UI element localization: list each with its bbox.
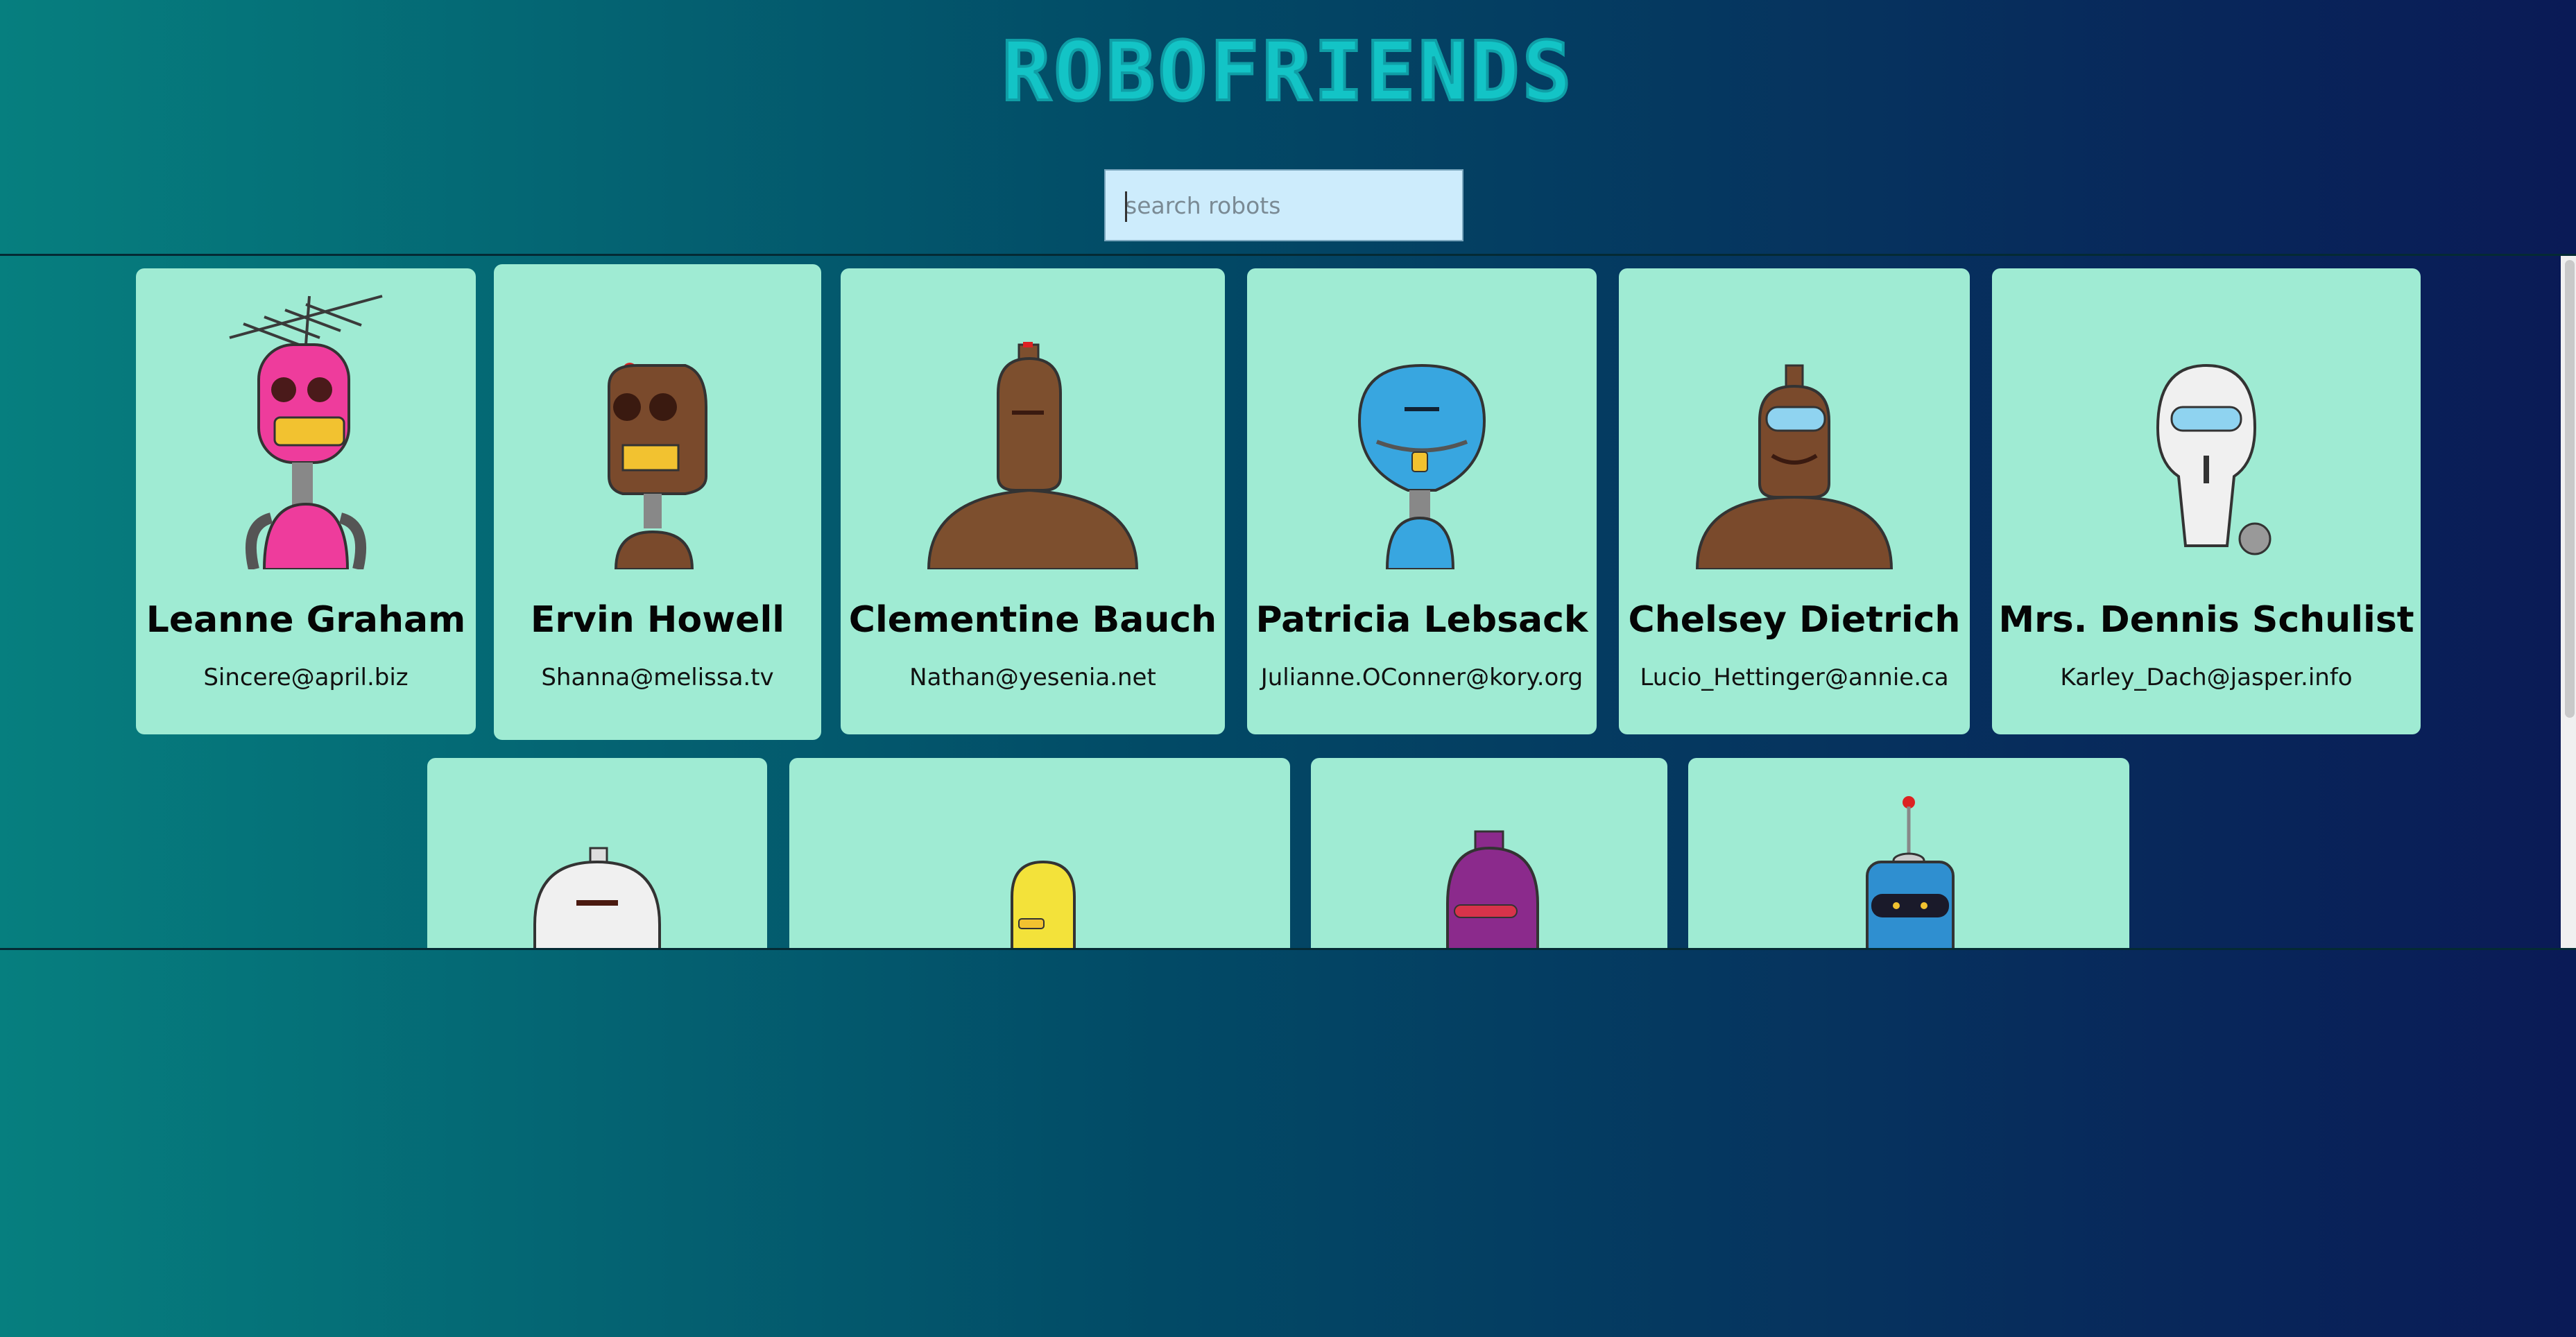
scrollbar[interactable]: [2561, 256, 2576, 948]
search-input[interactable]: [1104, 169, 1463, 241]
robot-email: Lucio_Hettinger@annie.ca: [1640, 664, 1949, 691]
robot-email: Shanna@melissa.tv: [541, 664, 774, 691]
robot-card[interactable]: Patricia Lebsack Julianne.OConner@kory.o…: [1247, 268, 1597, 734]
robot-card[interactable]: Mrs. Dennis Schulist Karley_Dach@jasper.…: [1992, 268, 2421, 734]
robot-name: Patricia Lebsack: [1255, 599, 1588, 641]
robot-image: [1247, 268, 1597, 569]
robot-card[interactable]: Chelsey Dietrich Lucio_Hettinger@annie.c…: [1619, 268, 1970, 734]
robot-email: Karley_Dach@jasper.info: [2060, 664, 2353, 691]
robot-card[interactable]: [1688, 758, 2129, 948]
robot-name: Clementine Bauch: [848, 599, 1217, 641]
robot-image: [427, 758, 767, 948]
robot-image: [789, 758, 1290, 948]
robot-card[interactable]: [427, 758, 767, 948]
robot-image: [494, 268, 821, 569]
robot-card[interactable]: [1311, 758, 1667, 948]
robot-card[interactable]: [789, 758, 1290, 948]
robot-image: [136, 268, 476, 569]
robot-email: Nathan@yesenia.net: [909, 664, 1156, 691]
robot-name: Ervin Howell: [530, 599, 785, 641]
robot-name: Mrs. Dennis Schulist: [1998, 599, 2414, 641]
robot-email: Sincere@april.biz: [203, 664, 409, 691]
robot-name: Leanne Graham: [146, 599, 466, 641]
robot-image: [1688, 758, 2129, 948]
robot-image: [841, 268, 1225, 569]
robot-card[interactable]: Ervin Howell Shanna@melissa.tv: [494, 264, 821, 740]
card-list-scroll-area[interactable]: Leanne Graham Sincere@april.biz Ervin Ho…: [0, 254, 2576, 950]
scrollbar-thumb[interactable]: [2565, 260, 2575, 718]
robot-image: [1992, 268, 2421, 569]
robot-image: [1619, 268, 1970, 569]
robot-email: Julianne.OConner@kory.org: [1260, 664, 1583, 691]
robot-card[interactable]: Leanne Graham Sincere@april.biz: [136, 268, 476, 734]
text-caret: [1125, 191, 1127, 222]
robot-card[interactable]: Clementine Bauch Nathan@yesenia.net: [841, 268, 1225, 734]
robot-image: [1311, 758, 1667, 948]
page-title: ROBOFRIENDS: [1000, 24, 1574, 119]
robot-name: Chelsey Dietrich: [1628, 599, 1961, 641]
